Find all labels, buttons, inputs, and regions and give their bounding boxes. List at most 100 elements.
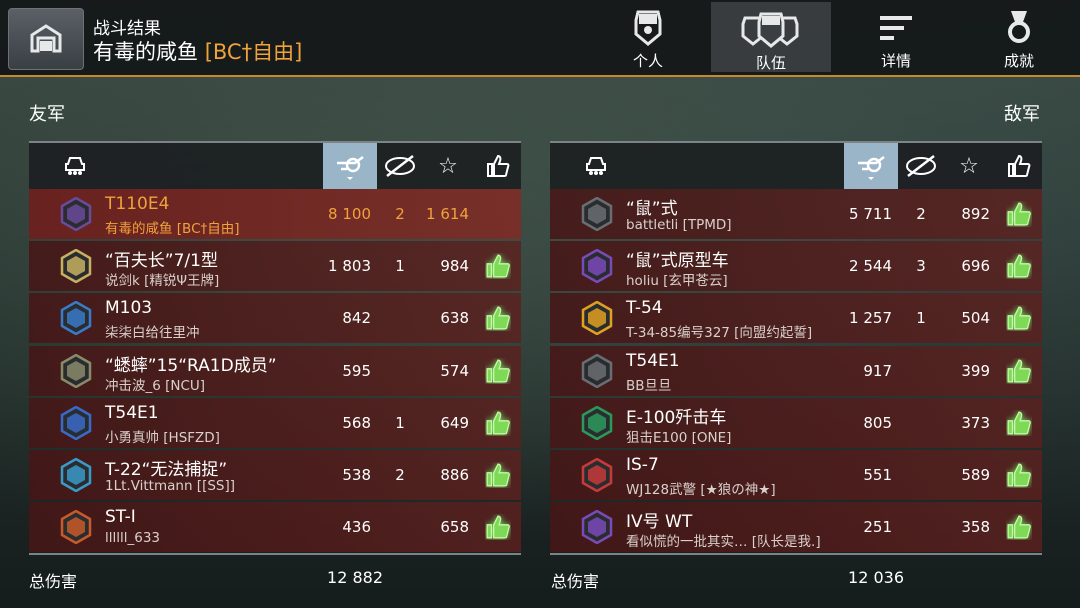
tank-name: E-100歼击车 bbox=[626, 407, 727, 428]
tank-badge-icon bbox=[581, 301, 613, 336]
sort-likes-button[interactable] bbox=[483, 143, 513, 189]
enemies-title: 敌军 bbox=[1004, 104, 1040, 125]
player-name: 有毒的咸鱼 [BC†自由] bbox=[105, 221, 240, 237]
player-name: 有毒的咸鱼 bbox=[93, 40, 198, 64]
player-row[interactable]: “蟋蟀”15“RA1D成员” 冲击波_6 [NCU] 595 574 bbox=[29, 345, 521, 396]
player-name: battletli [TPMD] bbox=[626, 217, 732, 233]
tank-name: “蟋蟀”15“RA1D成员” bbox=[105, 355, 277, 376]
like-button-icon[interactable] bbox=[1006, 253, 1032, 279]
like-button-icon[interactable] bbox=[485, 410, 511, 436]
tank-badge-icon bbox=[60, 457, 92, 492]
damage-value: 8 100 bbox=[328, 205, 371, 223]
tank-name: T54E1 bbox=[105, 402, 159, 423]
damage-value: 251 bbox=[863, 518, 892, 537]
tank-name: T-22“无法捕捉” bbox=[105, 459, 228, 480]
like-button-icon[interactable] bbox=[1006, 305, 1032, 331]
damage-value: 551 bbox=[863, 465, 892, 484]
like-button-icon[interactable] bbox=[485, 305, 511, 331]
xp-value: 892 bbox=[961, 205, 990, 223]
player-row[interactable]: M103 柒柒白给往里冲 842 638 bbox=[29, 293, 521, 344]
xp-value: 658 bbox=[440, 518, 469, 537]
player-row[interactable]: “百夫长”7/1型 说剑k [精锐Ψ王牌] 1 803 1 984 bbox=[29, 241, 521, 292]
player-name: WJ128武警 [★狼の神★] bbox=[626, 481, 776, 498]
details-lines-icon bbox=[880, 16, 912, 40]
damage-value: 595 bbox=[342, 361, 371, 380]
tank-name: ST-I bbox=[105, 507, 136, 528]
player-row[interactable]: E-100歼击车 狙击E100 [ONE] 805 373 bbox=[550, 397, 1042, 448]
like-button-icon[interactable] bbox=[1006, 514, 1032, 540]
xp-value: 574 bbox=[440, 361, 469, 380]
star-icon: ☆ bbox=[438, 153, 458, 179]
tab-details[interactable]: 详情 bbox=[836, 0, 956, 72]
clan-tag: [BC†自由] bbox=[204, 40, 303, 64]
xp-value: 373 bbox=[961, 413, 990, 432]
damage-value: 805 bbox=[863, 413, 892, 432]
player-row[interactable]: T54E1 小勇真帅 [HSFZD] 568 1 649 bbox=[29, 397, 521, 448]
player-row[interactable]: T-22“无法捕捉” 1Lt.Vittmann [[SS]] 538 2 886 bbox=[29, 449, 521, 500]
star-icon: ☆ bbox=[959, 153, 979, 179]
sort-damage-button[interactable] bbox=[323, 143, 377, 189]
player-row[interactable]: “鼠”式原型车 holiu [玄甲苍云] 2 544 3 696 bbox=[550, 241, 1042, 292]
tank-badge-icon bbox=[581, 197, 613, 231]
sort-likes-button[interactable] bbox=[1004, 143, 1034, 189]
damage-value: 917 bbox=[863, 361, 892, 380]
damage-value: 2 544 bbox=[849, 257, 892, 276]
team-icon bbox=[741, 12, 799, 48]
like-button-icon[interactable] bbox=[1006, 358, 1032, 384]
tank-badge-icon bbox=[581, 457, 613, 492]
player-row[interactable]: IS-7 WJ128武警 [★狼の神★] 551 589 bbox=[550, 449, 1042, 500]
kills-icon bbox=[906, 155, 936, 177]
damage-icon bbox=[858, 156, 885, 180]
sort-kills-button[interactable] bbox=[898, 143, 944, 189]
player-row[interactable]: ST-I llllll_633 436 658 bbox=[29, 502, 521, 553]
tab-team-label: 队伍 bbox=[755, 54, 786, 72]
tab-team[interactable]: 队伍 bbox=[711, 2, 831, 72]
player-row[interactable]: “鼠”式 battletli [TPMD] 5 711 2 892 bbox=[550, 189, 1042, 239]
tank-badge-icon bbox=[581, 510, 613, 545]
like-button-icon[interactable] bbox=[1006, 462, 1032, 488]
damage-value: 842 bbox=[342, 309, 371, 328]
like-button-icon[interactable] bbox=[485, 462, 511, 488]
sort-xp-button[interactable]: ☆ bbox=[433, 143, 463, 189]
medal-icon bbox=[1008, 11, 1030, 43]
player-name: T-34-85编号327 [向盟约起誓] bbox=[626, 325, 813, 342]
tank-badge-icon bbox=[60, 249, 92, 284]
tab-personal[interactable]: 个人 bbox=[588, 0, 708, 72]
like-button-icon[interactable] bbox=[485, 514, 511, 540]
thumbs-up-icon bbox=[487, 154, 510, 177]
player-name: BB旦旦 bbox=[626, 377, 672, 394]
sort-kills-button[interactable] bbox=[377, 143, 423, 189]
top-bar: 战斗结果 有毒的咸鱼 [BC†自由] 个人 队伍 详情 成就 bbox=[0, 0, 1080, 77]
enemies-column-header: ☆ bbox=[550, 141, 1042, 189]
xp-value: 358 bbox=[961, 518, 990, 537]
damage-value: 436 bbox=[342, 518, 371, 537]
player-title: 有毒的咸鱼 [BC†自由] bbox=[93, 36, 302, 66]
like-button-icon[interactable] bbox=[1006, 201, 1032, 227]
kills-icon bbox=[385, 155, 415, 177]
xp-value: 984 bbox=[440, 257, 469, 276]
tab-personal-label: 个人 bbox=[632, 52, 663, 70]
player-row[interactable]: T110E4 有毒的咸鱼 [BC†自由] 8 100 2 1 614 bbox=[29, 189, 521, 239]
like-button-icon[interactable] bbox=[485, 253, 511, 279]
sort-damage-button[interactable] bbox=[844, 143, 898, 189]
player-name: 小勇真帅 [HSFZD] bbox=[105, 429, 220, 446]
tab-details-label: 详情 bbox=[880, 52, 911, 70]
garage-button[interactable] bbox=[8, 8, 84, 70]
player-row[interactable]: T-54 T-34-85编号327 [向盟约起誓] 1 257 1 504 bbox=[550, 293, 1042, 344]
damage-value: 538 bbox=[342, 465, 371, 484]
like-button-icon[interactable] bbox=[1006, 410, 1032, 436]
thumbs-up-icon bbox=[1008, 154, 1031, 177]
tab-achievements[interactable]: 成就 bbox=[959, 0, 1079, 72]
tank-name: T110E4 bbox=[105, 194, 170, 214]
tank-name: “鼠”式 bbox=[626, 199, 678, 219]
tank-name: IV号 WT bbox=[626, 512, 693, 533]
enemies-total-damage: 12 036 bbox=[848, 568, 904, 587]
player-row[interactable]: T54E1 BB旦旦 917 399 bbox=[550, 345, 1042, 396]
player-row[interactable]: IV号 WT 看似慌的一批其实… [队长是我.] 251 358 bbox=[550, 502, 1042, 553]
allies-total-label: 总伤害 bbox=[29, 572, 78, 591]
sort-xp-button[interactable]: ☆ bbox=[954, 143, 984, 189]
like-button-icon[interactable] bbox=[485, 358, 511, 384]
tank-badge-icon bbox=[60, 405, 92, 440]
xp-value: 1 614 bbox=[426, 205, 469, 223]
allies-total-damage: 12 882 bbox=[327, 568, 383, 587]
